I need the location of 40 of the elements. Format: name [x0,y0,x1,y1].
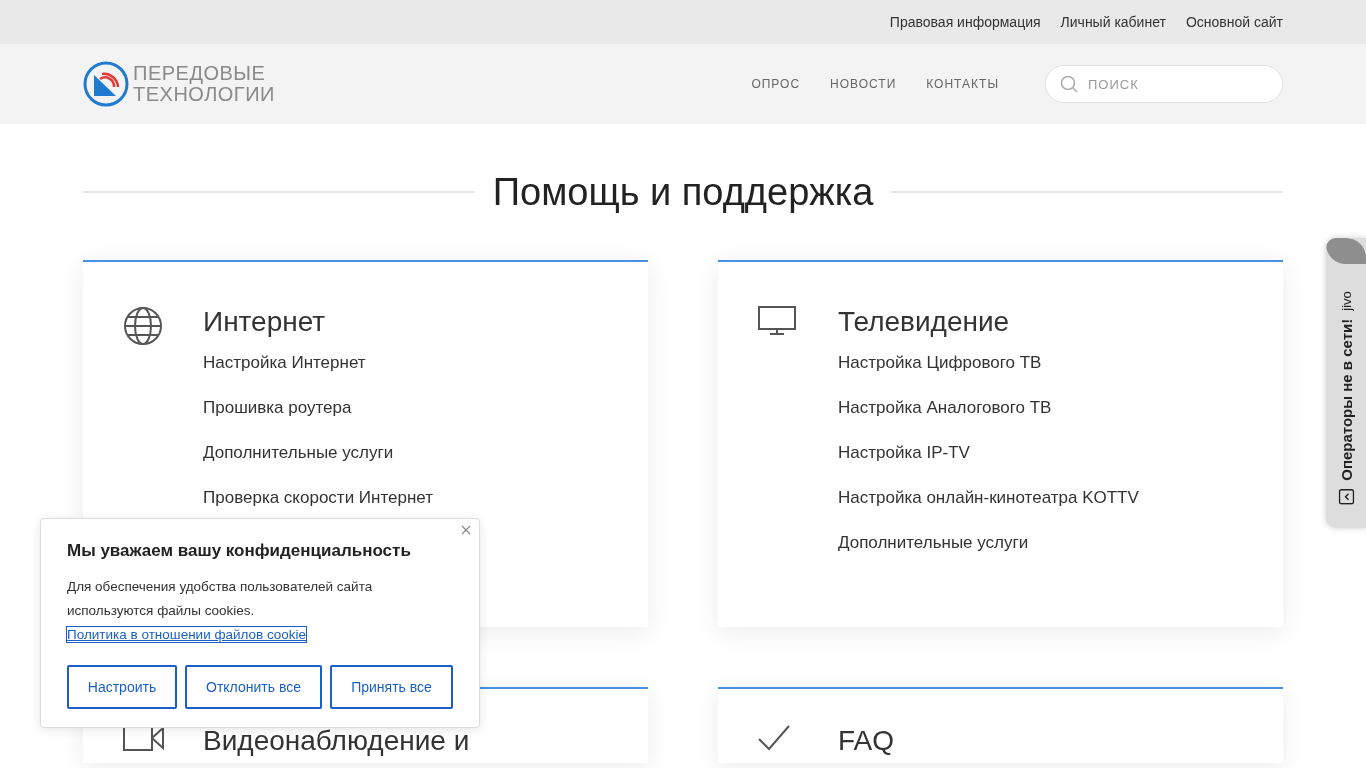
card-title[interactable]: Интернет [203,306,608,338]
top-link[interactable]: Основной сайт [1185,14,1283,30]
card-link[interactable]: Прошивка роутера [203,397,608,419]
nav-link[interactable]: НОВОСТИ [830,77,897,91]
cookie-policy-link[interactable]: Политика в отношении файлов cookie [67,627,307,642]
close-button[interactable] [459,523,473,537]
check-icon [758,725,790,751]
top-link[interactable]: Правовая информация [889,14,1041,30]
monitor-icon [758,306,796,336]
card-title[interactable]: Телевидение [838,306,1243,338]
nav-link[interactable]: КОНТАКТЫ [926,77,999,91]
chat-expand-icon [1338,488,1354,505]
cookie-button[interactable]: Настроить [67,665,177,709]
page-title: Помощь и поддержка [492,170,874,214]
logo-text: ПЕРЕДОВЫЕ [133,63,267,84]
card-link[interactable]: Настройка онлайн-кинотеатра KOTTV [838,487,1243,509]
cookie-button[interactable]: Принять все [330,665,453,709]
card-link[interactable]: Настройка Цифрового ТВ [838,352,1243,374]
card-link[interactable]: Настройка Интернет [203,352,608,374]
chat-status: Операторы не в сети! [1337,318,1355,481]
card-link[interactable]: Дополнительные услуги [838,532,1243,554]
leaf-icon [1326,238,1366,264]
card-title[interactable]: Видеонаблюдение и [203,725,608,757]
chat-brand: jivo [1338,291,1354,311]
chat-tab[interactable]: Операторы не в сети! jivo [1326,238,1366,528]
cookie-button[interactable]: Отклонить все [185,665,322,709]
logo-icon [83,61,129,107]
search-field[interactable]: ПОИСК [1045,65,1283,103]
logo-text: ТЕХНОЛОГИИ [133,84,275,105]
card-link[interactable]: Настройка IP-TV [838,442,1243,464]
top-link[interactable]: Личный кабинет [1060,14,1166,30]
cookie-title: Мы уважаем вашу конфиденциальность [67,541,412,561]
card-link[interactable]: Настройка Аналогового ТВ [838,397,1243,419]
card-link[interactable]: Проверка скорости Интернет [203,487,608,509]
nav-link[interactable]: ОПРОС [751,77,801,91]
globe-icon [123,306,163,346]
search-icon [1060,75,1078,93]
card-link[interactable]: Дополнительные услуги [203,442,608,464]
card-title[interactable]: FAQ [838,725,1243,757]
cookie-text: Для обеспечения удобства пользователей сайта используются файлы cookies. Политика в отношении файлов cookie [67,578,374,644]
